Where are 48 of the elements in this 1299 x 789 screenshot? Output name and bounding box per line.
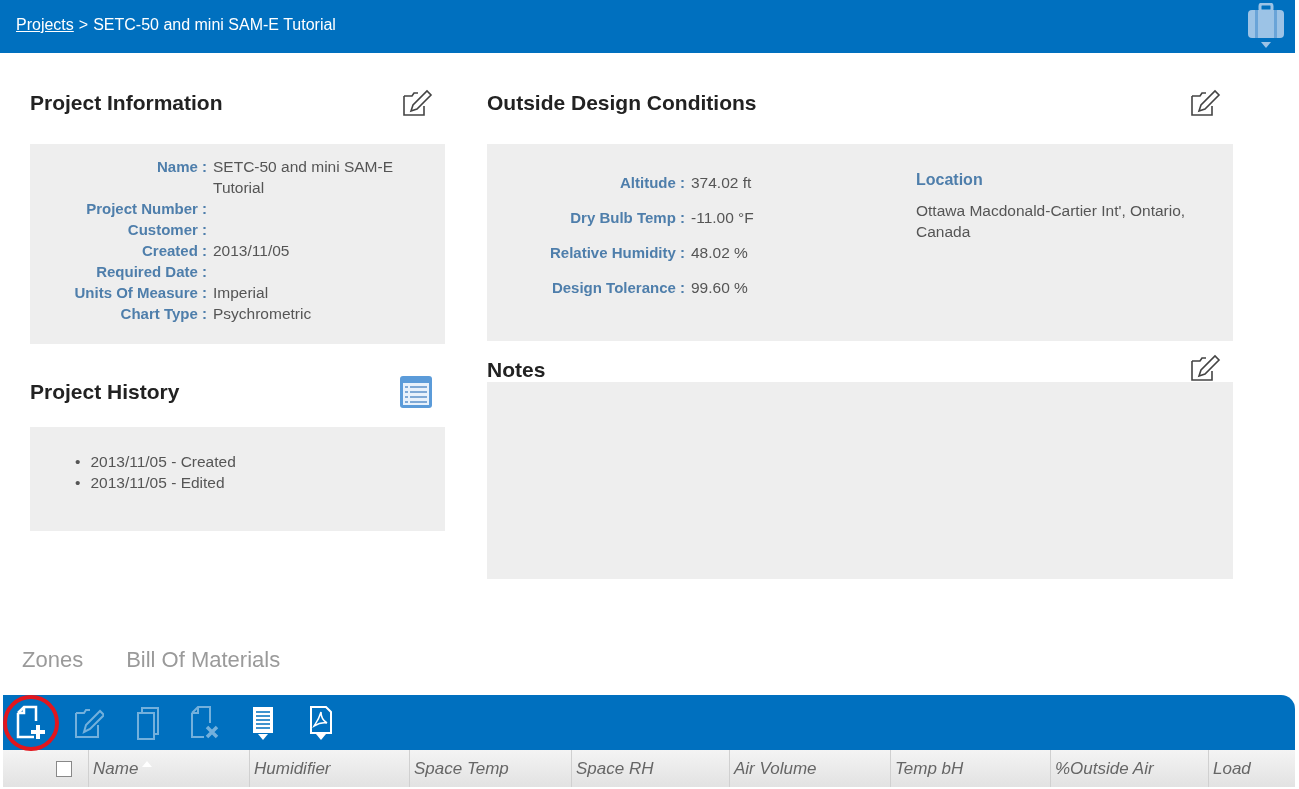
- field-label: Design Tolerance :: [550, 278, 685, 298]
- history-entry: 2013/11/05 - Edited: [90, 473, 225, 493]
- column-header[interactable]: Load: [1208, 750, 1295, 787]
- section-title: Notes: [487, 358, 546, 382]
- projects-link[interactable]: Projects: [16, 16, 74, 34]
- tab[interactable]: Bill Of Materials: [126, 647, 281, 673]
- field-label: Name :: [155, 157, 207, 177]
- history-entry: 2013/11/05 - Created: [90, 452, 236, 472]
- column-header[interactable]: Space RH: [571, 750, 729, 787]
- field-label: Project Number :: [85, 199, 207, 219]
- field-label: Altitude :: [619, 173, 685, 193]
- field-value: Imperial: [213, 283, 269, 303]
- bullet: •: [75, 473, 81, 493]
- edit-icon[interactable]: [1189, 354, 1221, 382]
- tab[interactable]: Zones: [22, 647, 84, 673]
- field-label: Customer :: [126, 220, 207, 240]
- field-value: Psychrometric: [213, 304, 312, 324]
- field-label: Required Date :: [95, 262, 207, 282]
- column-header[interactable]: %Outside Air: [1050, 750, 1208, 787]
- section-title: Outside Design Conditions: [487, 90, 757, 115]
- field-label: Relative Humidity :: [548, 243, 685, 263]
- field-value: SETC-50 and mini SAM-E Tutorial: [213, 157, 395, 198]
- section-title: Project Information: [30, 90, 223, 115]
- bullet: •: [75, 452, 81, 472]
- project-title: SETC-50 and mini SAM-E Tutorial: [93, 16, 336, 34]
- breadcrumb-separator: >: [78, 16, 89, 34]
- column-header[interactable]: Name: [88, 750, 249, 787]
- section-title: Project History: [30, 379, 180, 404]
- list-icon[interactable]: [399, 374, 433, 409]
- select-all-checkbox[interactable]: [56, 760, 72, 777]
- field-value: 2013/11/05: [213, 241, 290, 261]
- field-value: 99.60 %: [691, 278, 748, 298]
- column-header[interactable]: Space Temp: [409, 750, 571, 787]
- location-label: Location: [916, 170, 984, 190]
- edit-icon[interactable]: [1189, 88, 1221, 117]
- field-label: Chart Type :: [119, 304, 207, 324]
- field-value: 48.02 %: [691, 243, 748, 263]
- column-header[interactable]: Air Volume: [729, 750, 890, 787]
- field-value: -11.00 °F: [691, 208, 754, 228]
- edit-icon[interactable]: [401, 88, 433, 117]
- column-header[interactable]: Humidifier: [249, 750, 409, 787]
- field-label: Units Of Measure :: [73, 283, 207, 303]
- new-document-icon[interactable]: [16, 704, 46, 741]
- location-value: Ottawa Macdonald-Cartier Int', Ontario, Canada: [916, 201, 1187, 242]
- column-header[interactable]: Temp bH: [890, 750, 1050, 787]
- field-label: Dry Bulb Temp :: [569, 208, 685, 228]
- field-value: 374.02 ft: [691, 173, 752, 193]
- field-label: Created :: [140, 241, 207, 261]
